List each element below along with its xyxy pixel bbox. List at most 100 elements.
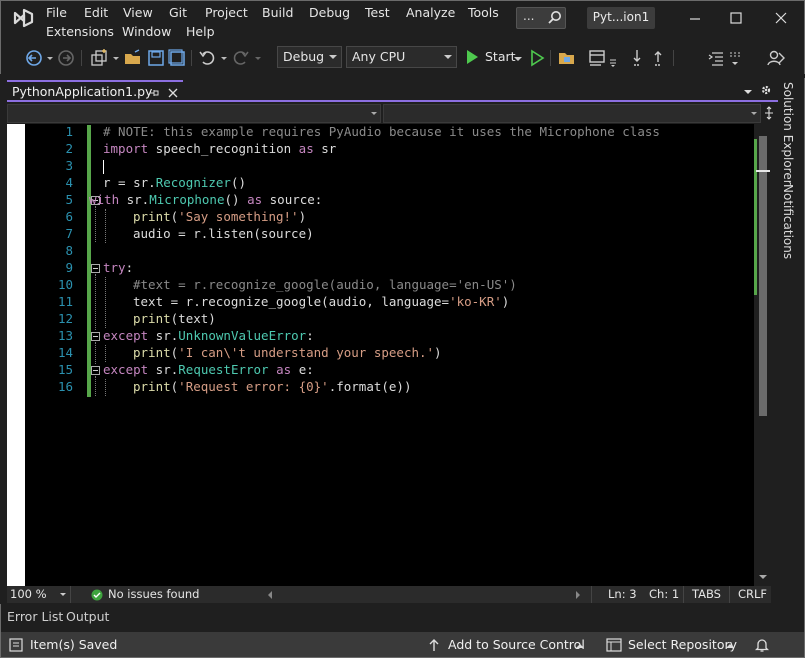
zoom-dropdown-icon[interactable]	[59, 591, 67, 599]
redo-dropdown-icon[interactable]	[249, 48, 269, 68]
horizontal-scrollbar-track[interactable]	[277, 590, 573, 599]
chevron-down-icon	[371, 112, 377, 115]
start-without-debugging-icon[interactable]	[527, 48, 547, 68]
step-out-icon[interactable]	[648, 48, 668, 68]
select-repository-button[interactable]: Select Repository	[628, 637, 737, 652]
column-indicator[interactable]: Ch: 1	[649, 587, 679, 601]
tab-pythonapplication1[interactable]: PythonApplication1.py	[7, 80, 183, 102]
tab-label: PythonApplication1.py	[12, 84, 153, 99]
member-dropdown[interactable]	[383, 104, 761, 123]
scroll-right-icon[interactable]	[574, 590, 582, 600]
menu-test[interactable]: Test	[365, 5, 390, 20]
menu-view[interactable]: View	[123, 5, 153, 20]
maximize-icon[interactable]	[722, 7, 750, 29]
keyword: with	[89, 192, 120, 207]
code-text: sr.	[148, 328, 179, 343]
code-text: sr.	[148, 362, 179, 377]
string-literal: 'Say something!'	[178, 209, 299, 224]
open-file-icon[interactable]	[123, 48, 143, 68]
scrollbar-thumb[interactable]	[759, 136, 767, 416]
scope-dropdown[interactable]	[7, 104, 381, 123]
menu-git[interactable]: Git	[169, 5, 187, 20]
new-project-icon[interactable]	[89, 48, 109, 68]
right-tool-window-strip: Solution Explorer Notifications	[778, 78, 805, 608]
indentation-mode[interactable]: TABS	[692, 587, 721, 601]
solution-name-badge[interactable]: Pyt...ion1	[587, 7, 655, 29]
code-line: print(text)	[133, 311, 216, 326]
code-text: .format(e))	[328, 379, 412, 394]
visual-studio-logo-icon[interactable]	[12, 7, 36, 29]
redo-icon[interactable]	[231, 48, 251, 68]
close-window-icon[interactable]	[767, 7, 795, 29]
menu-debug[interactable]: Debug	[309, 5, 350, 20]
menu-build[interactable]: Build	[262, 5, 293, 20]
save-all-icon[interactable]	[167, 48, 187, 68]
menu-edit[interactable]: Edit	[84, 5, 108, 20]
chevron-up-icon[interactable]	[725, 642, 735, 650]
line-ending-mode[interactable]: CRLF	[738, 587, 767, 601]
live-share-icon[interactable]	[766, 48, 786, 68]
close-tab-icon[interactable]	[167, 87, 179, 99]
vertical-scrollbar[interactable]	[754, 124, 771, 586]
issues-status[interactable]: No issues found	[108, 587, 199, 601]
comment-lines-icon[interactable]	[707, 48, 727, 68]
menu-extensions[interactable]: Extensions	[46, 24, 114, 39]
menu-help[interactable]: Help	[186, 24, 215, 39]
tab-output[interactable]: Output	[66, 609, 109, 624]
menu-window[interactable]: Window	[122, 24, 171, 39]
menu-analyze[interactable]: Analyze	[406, 5, 455, 20]
bell-icon[interactable]	[755, 637, 769, 653]
fold-connector	[95, 376, 96, 396]
code-line: text = r.recognize_google(audio, languag…	[133, 294, 509, 309]
code-text: ()	[224, 192, 248, 207]
step-into-icon[interactable]	[627, 48, 647, 68]
save-icon[interactable]	[146, 48, 166, 68]
status-icon	[9, 638, 23, 652]
code-line: except sr.RequestError as e:	[103, 362, 314, 377]
solution-explorer-tab[interactable]: Solution Explorer	[781, 82, 795, 185]
solution-platform-dropdown[interactable]: Any CPU	[346, 46, 457, 68]
line-indicator[interactable]: Ln: 3	[608, 587, 637, 601]
navigate-forward-icon[interactable]	[56, 48, 76, 68]
line-number: 1	[65, 124, 73, 139]
pin-icon[interactable]	[149, 87, 161, 99]
tab-list-dropdown-icon[interactable]	[743, 87, 753, 97]
add-to-source-control-button[interactable]: Add to Source Control	[448, 637, 585, 652]
notifications-tab[interactable]: Notifications	[781, 184, 795, 259]
line-number: 7	[65, 226, 73, 241]
layout-dropdown-icon[interactable]	[605, 48, 625, 68]
platform-value: Any CPU	[352, 49, 406, 64]
open-folder-icon[interactable]	[557, 48, 577, 68]
collapse-block-icon[interactable]	[91, 366, 100, 375]
undo-icon[interactable]	[197, 48, 217, 68]
window-layout-icon[interactable]	[587, 48, 607, 68]
document-tab-strip: PythonApplication1.py	[0, 78, 778, 102]
code-editor[interactable]: 1 2 3 4 5 6 7 8 9 10 11 12 13 14 15 16 #…	[7, 124, 754, 586]
tab-error-list[interactable]: Error List	[7, 609, 63, 624]
menu-file[interactable]: File	[46, 5, 67, 20]
toolbar-options-icon[interactable]	[725, 48, 745, 68]
comment: #text = r.recognize_google(audio, langua…	[133, 277, 517, 292]
zoom-level[interactable]: 100 %	[10, 587, 47, 601]
menu-tools[interactable]: Tools	[468, 5, 499, 20]
keyword: as	[298, 141, 314, 156]
line-number: 12	[57, 311, 73, 326]
search-box[interactable]: ...	[516, 7, 566, 29]
solution-configuration-dropdown[interactable]: Debug	[277, 46, 342, 68]
menu-project[interactable]: Project	[205, 5, 248, 20]
class-name: UnknownValueError	[178, 328, 307, 343]
class-name: RequestError	[178, 362, 269, 377]
scroll-down-icon[interactable]	[758, 573, 768, 581]
scroll-left-icon[interactable]	[266, 590, 274, 600]
status-message: Item(s) Saved	[30, 637, 118, 652]
comment: # NOTE: this example requires PyAudio be…	[103, 124, 660, 139]
chevron-up-icon[interactable]	[575, 642, 585, 650]
split-editor-icon[interactable]	[762, 106, 776, 120]
settings-icon[interactable]	[760, 84, 772, 96]
minimize-icon[interactable]	[681, 7, 709, 29]
keyword: import	[103, 141, 149, 156]
collapse-block-icon[interactable]	[91, 264, 100, 273]
collapse-block-icon[interactable]	[91, 332, 100, 341]
line-number: 6	[65, 209, 73, 224]
